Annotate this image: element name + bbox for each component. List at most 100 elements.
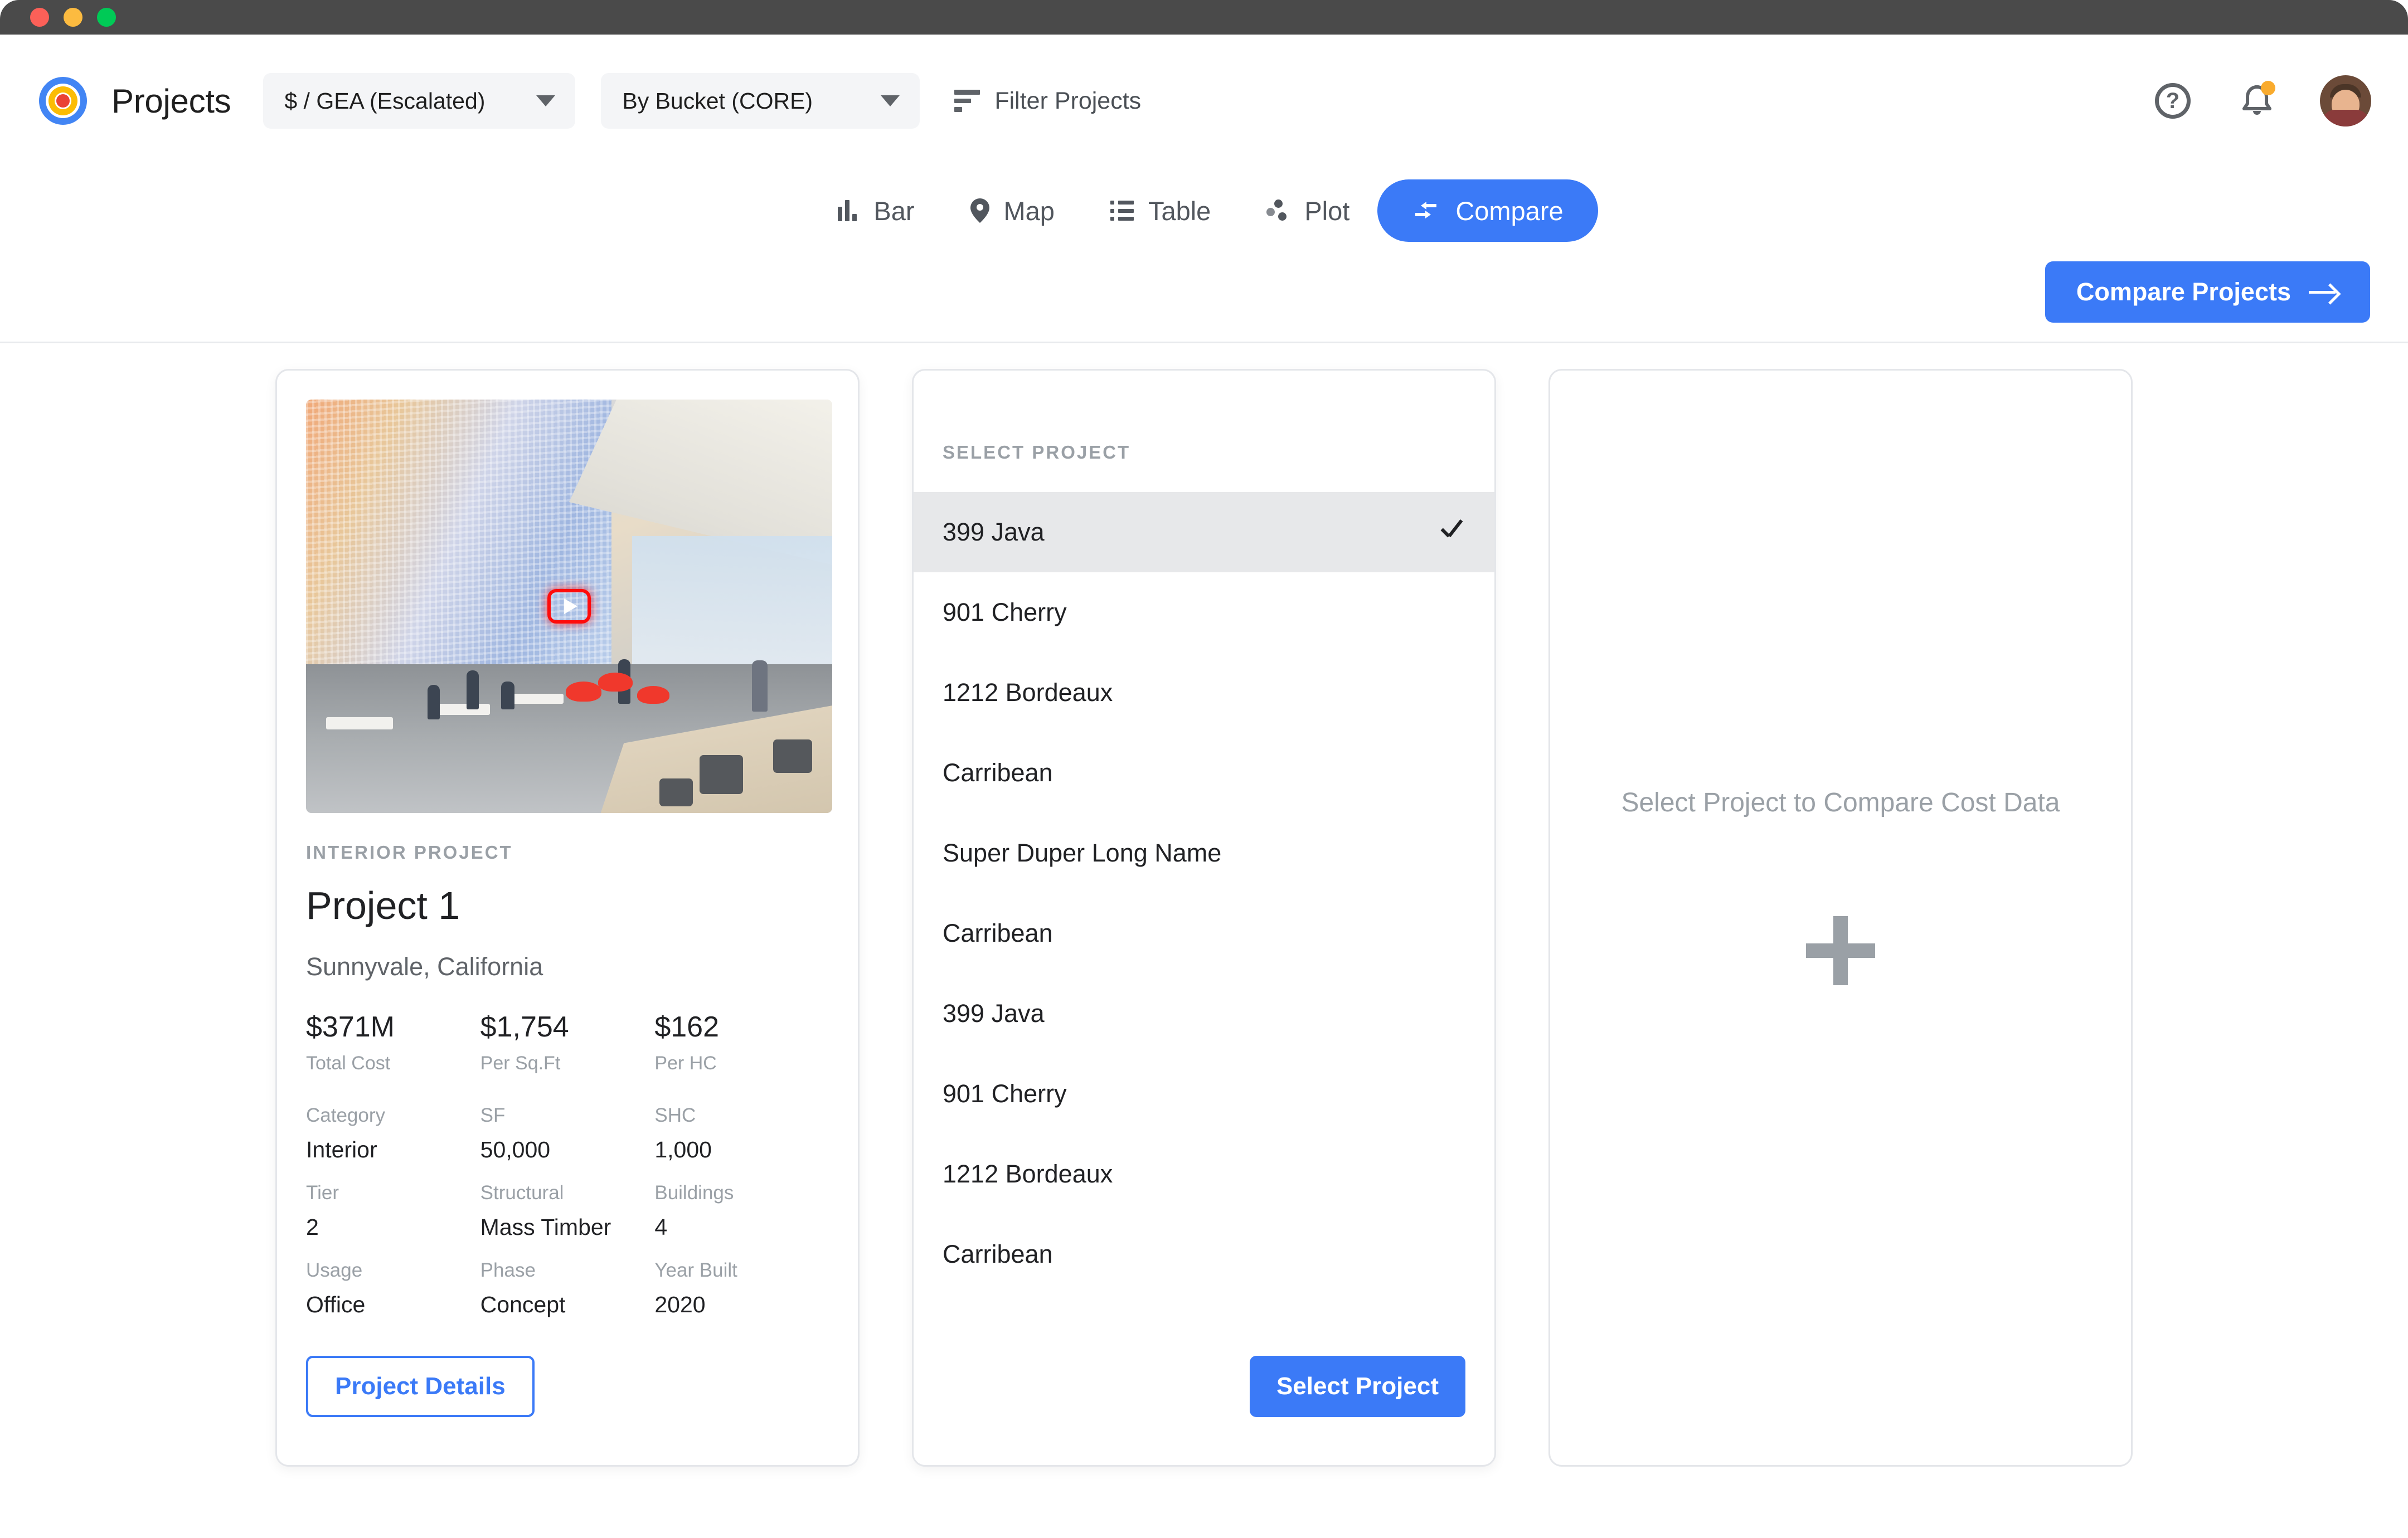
photo-person [467, 670, 479, 709]
metric-value: $371M [306, 1011, 395, 1043]
logo-ring-inner-white [55, 93, 71, 109]
metric-label: Per HC [654, 1053, 717, 1074]
spec-key: SF [480, 1104, 506, 1126]
compare-actions-bar: Compare Projects [0, 242, 2408, 343]
plus-icon[interactable] [1806, 916, 1875, 985]
list-item[interactable]: 1212 Bordeaux [914, 1134, 1494, 1214]
metric-value: $1,754 [480, 1011, 569, 1043]
spec-buildings: Buildings 4 [654, 1182, 829, 1240]
view-tabs: Bar Map Table Plot Compare [0, 167, 2408, 242]
tab-map[interactable]: Map [943, 179, 1082, 242]
spec-key: Year Built [654, 1259, 737, 1281]
window-minimize-button[interactable] [64, 8, 82, 27]
metric-value: $162 [654, 1011, 720, 1043]
spec-year-built: Year Built 2020 [654, 1259, 829, 1318]
project-metrics: $371M Total Cost $1,754 Per Sq.Ft $162 P… [306, 1010, 829, 1074]
photo-table [512, 694, 564, 704]
avatar[interactable] [2320, 75, 2371, 126]
list-item-label: Carribean [943, 758, 1053, 787]
tab-table-label: Table [1148, 196, 1211, 226]
list-item[interactable]: Carribean [914, 893, 1494, 974]
help-button[interactable]: ? [2155, 83, 2191, 119]
spec-key: Usage [306, 1259, 363, 1281]
compare-cards-row: INTERIOR PROJECT Project 1 Sunnyvale, Ca… [0, 343, 2408, 1467]
photo-red-chair [637, 686, 669, 704]
list-item[interactable]: Super Duper Long Name [914, 813, 1494, 893]
filter-projects-label: Filter Projects [994, 87, 1142, 114]
select-project-button[interactable]: Select Project [1249, 1356, 1465, 1417]
photo-ottoman [659, 778, 693, 806]
tab-compare[interactable]: Compare [1377, 179, 1598, 242]
metric-label: Per Sq.Ft [480, 1053, 561, 1074]
spec-shc: SHC 1,000 [654, 1104, 829, 1163]
tab-map-label: Map [1003, 196, 1055, 226]
empty-compare-card[interactable]: Select Project to Compare Cost Data [1548, 369, 2133, 1467]
spec-row: Usage Office Phase Concept Year Built 20… [306, 1259, 829, 1318]
page-title: Projects [111, 82, 231, 120]
photo-red-chair [598, 673, 633, 692]
tab-plot-label: Plot [1304, 196, 1350, 226]
list-item-label: 901 Cherry [943, 598, 1067, 626]
spec-value: Concept [480, 1292, 566, 1317]
tab-plot[interactable]: Plot [1239, 179, 1377, 242]
photo-person [501, 682, 514, 709]
list-item-label: 901 Cherry [943, 1079, 1067, 1108]
scatter-plot-icon [1266, 199, 1290, 222]
spec-value: 4 [654, 1214, 668, 1240]
spec-category: Category Interior [306, 1104, 480, 1163]
app-header: Projects $ / GEA (Escalated) By Bucket (… [0, 35, 2408, 167]
list-item[interactable]: 1212 Bordeaux [914, 653, 1494, 733]
list-item[interactable]: Carribean [914, 733, 1494, 813]
empty-card-title: Select Project to Compare Cost Data [1621, 788, 2060, 817]
chevron-down-icon [536, 95, 556, 106]
project-specs: Category Interior SF 50,000 SHC 1,000 Ti… [306, 1104, 829, 1337]
checkmark-icon [1436, 518, 1465, 547]
select-project-heading: SELECT PROJECT [943, 442, 1131, 463]
play-button-icon[interactable] [547, 589, 591, 624]
metric-label: Total Cost [306, 1053, 391, 1074]
list-item-label: Carribean [943, 919, 1053, 947]
photo-person [752, 660, 768, 712]
project-details-button[interactable]: Project Details [306, 1356, 535, 1417]
list-item[interactable]: 399 Java [914, 974, 1494, 1054]
bar-chart-icon [838, 200, 859, 221]
list-item[interactable]: 901 Cherry [914, 1054, 1494, 1134]
list-table-icon [1110, 201, 1134, 221]
list-item[interactable]: Carribean [914, 1214, 1494, 1294]
spec-value: 50,000 [480, 1137, 551, 1162]
project-list: 399 Java 901 Cherry 1212 Bordeaux Carrib… [914, 492, 1494, 1294]
spec-value: 1,000 [654, 1137, 712, 1162]
project-photo[interactable] [306, 400, 832, 813]
window-close-button[interactable] [30, 8, 49, 27]
select-project-card: SELECT PROJECT 399 Java 901 Cherry 1212 … [912, 369, 1496, 1467]
list-item[interactable]: 399 Java [914, 492, 1494, 572]
tab-bar[interactable]: Bar [810, 179, 942, 242]
question-mark-circle-icon: ? [2155, 83, 2191, 119]
tab-table[interactable]: Table [1082, 179, 1239, 242]
logo-ring-orange [48, 86, 77, 115]
tab-bar-label: Bar [873, 196, 915, 226]
filter-projects-button[interactable]: Filter Projects [954, 87, 1141, 115]
grouping-select[interactable]: By Bucket (CORE) [601, 73, 920, 129]
spec-key: Phase [480, 1259, 536, 1281]
photo-table [326, 717, 393, 729]
list-item[interactable]: 901 Cherry [914, 572, 1494, 653]
compare-projects-button[interactable]: Compare Projects [2045, 261, 2370, 323]
metric-select-value: $ / GEA (Escalated) [284, 87, 486, 114]
photo-ottoman [773, 739, 812, 773]
spec-value: Mass Timber [480, 1214, 611, 1240]
target-logo-icon[interactable] [39, 77, 87, 125]
list-item-label: 1212 Bordeaux [943, 1160, 1113, 1188]
project-card: INTERIOR PROJECT Project 1 Sunnyvale, Ca… [275, 369, 860, 1467]
window-maximize-button[interactable] [97, 8, 116, 27]
list-item-label: 399 Java [943, 999, 1045, 1028]
project-location: Sunnyvale, California [306, 952, 543, 981]
list-item-label: Super Duper Long Name [943, 839, 1222, 867]
spec-structural: Structural Mass Timber [480, 1182, 655, 1240]
metric-select[interactable]: $ / GEA (Escalated) [263, 73, 576, 129]
spec-tier: Tier 2 [306, 1182, 480, 1240]
compare-arrows-icon [1415, 202, 1437, 218]
project-category-eyebrow: INTERIOR PROJECT [306, 842, 513, 863]
spec-key: Structural [480, 1182, 564, 1204]
notifications-button[interactable] [2236, 81, 2276, 121]
